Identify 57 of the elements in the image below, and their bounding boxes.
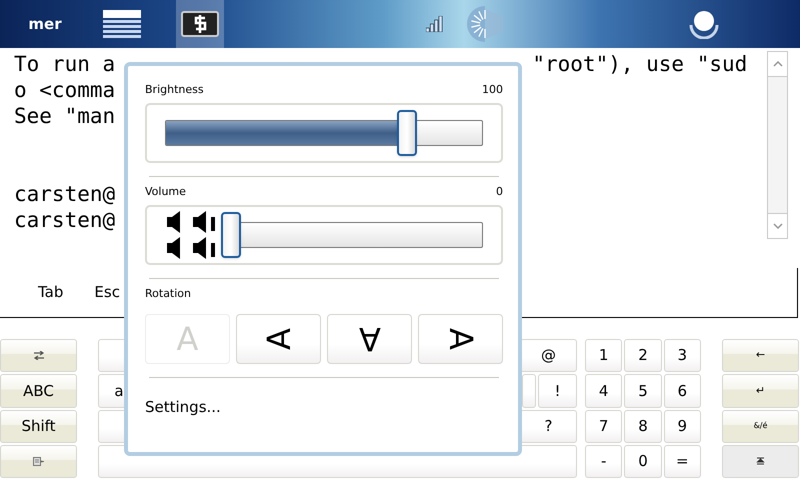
key[interactable] <box>522 374 536 408</box>
keyboard-icon <box>33 456 44 466</box>
key[interactable]: 3 <box>664 339 701 372</box>
slider-reading: 100 <box>482 82 503 98</box>
scroll-up-icon[interactable] <box>772 61 782 67</box>
signal-icon <box>426 16 443 32</box>
function-key[interactable]: ← <box>722 339 799 372</box>
key[interactable]: 4 <box>585 374 622 408</box>
key[interactable]: = <box>664 444 701 478</box>
key[interactable]: @ <box>520 339 577 372</box>
rotation-button[interactable]: A <box>327 314 412 364</box>
key[interactable]: 5 <box>624 374 662 408</box>
scroll-down-icon[interactable] <box>772 223 782 229</box>
key[interactable]: 6 <box>664 374 701 408</box>
key[interactable]: 8 <box>624 410 662 443</box>
slider-thumb[interactable] <box>397 110 418 156</box>
menu-icon <box>103 10 141 38</box>
minimize-icon <box>756 457 765 466</box>
key[interactable]: 7 <box>585 410 622 443</box>
layout-key[interactable] <box>0 339 77 372</box>
terminal-line: "root"), use "sud <box>532 51 748 77</box>
shortcut-key[interactable]: Tab <box>38 281 64 304</box>
function-key[interactable]: ↵ <box>722 374 799 408</box>
scrollbar[interactable] <box>767 51 788 239</box>
key[interactable]: 9 <box>664 410 701 443</box>
logo[interactable]: mer <box>25 12 65 36</box>
swap-icon <box>32 351 44 360</box>
slider[interactable] <box>221 212 483 258</box>
settings-link[interactable]: Settings... <box>145 398 221 416</box>
rotation-button[interactable]: A <box>236 314 321 364</box>
hide-keyboard-key[interactable] <box>0 444 77 478</box>
key[interactable]: 1 <box>585 339 622 372</box>
terminal-icon <box>181 11 219 37</box>
slider-label: Brightness <box>145 82 204 98</box>
shortcut-key[interactable]: Esc <box>94 281 120 304</box>
key[interactable]: 2 <box>624 339 662 372</box>
modifier-key[interactable]: Shift <box>0 410 77 443</box>
key[interactable]: ? <box>520 410 577 443</box>
terminal-line: To run a <box>14 51 116 77</box>
terminal-line: carsten@ <box>14 181 116 207</box>
key[interactable]: - <box>585 444 622 478</box>
user-icon <box>689 9 719 39</box>
modifier-key[interactable]: ABC <box>0 374 77 408</box>
slider-reading: 0 <box>496 184 503 200</box>
slider-label: Volume <box>145 184 186 200</box>
rotation-label: Rotation <box>145 286 192 302</box>
function-key[interactable]: &/é <box>722 410 799 443</box>
terminal-line: See "man <box>14 103 116 129</box>
rotation-button[interactable]: A <box>418 314 503 364</box>
terminal-line: carsten@ <box>14 207 116 233</box>
terminal-line: o <comma <box>14 77 116 103</box>
key[interactable]: 0 <box>624 444 662 478</box>
terminal-launcher[interactable] <box>176 0 224 48</box>
key[interactable]: ! <box>538 374 577 408</box>
slider-thumb[interactable] <box>221 212 241 258</box>
brightness-icon <box>466 5 504 43</box>
slider[interactable] <box>165 110 483 156</box>
